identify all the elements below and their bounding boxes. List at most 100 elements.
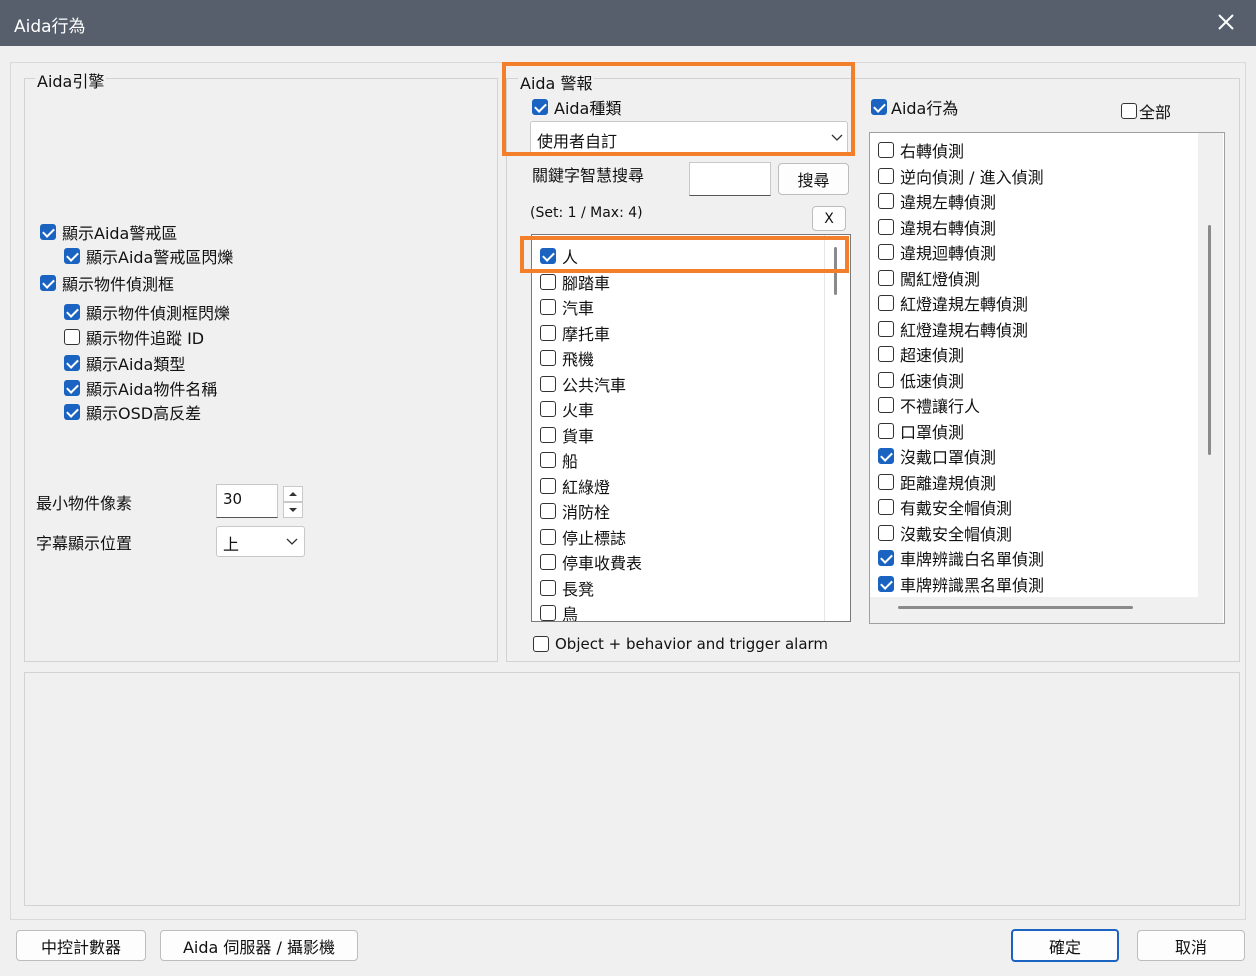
engine-option[interactable]: 顯示物件追蹤 ID [64, 325, 204, 349]
engine-option[interactable]: 顯示Aida警戒區閃爍 [64, 244, 233, 268]
behavior-item-label: 不禮讓行人 [900, 397, 981, 416]
ok-button[interactable]: 確定 [1011, 929, 1119, 962]
checkbox-checked-icon [40, 275, 56, 291]
search-button[interactable]: 搜尋 [778, 163, 849, 195]
min-pixel-input[interactable]: 30 [216, 484, 278, 518]
engine-option-label: 顯示物件追蹤 ID [86, 329, 205, 348]
keyword-label: 關鍵字智慧搜尋 [532, 166, 645, 185]
spin-down-icon[interactable] [283, 502, 303, 518]
engine-option[interactable]: 顯示物件偵測框閃爍 [64, 300, 230, 324]
checkbox-unchecked-icon [540, 503, 556, 519]
checkbox-checked-icon [64, 404, 80, 420]
checkbox-checked-icon [871, 99, 887, 115]
behavior-list: 右轉偵測逆向偵測 / 進入偵測違規左轉偵測違規右轉偵測違規迴轉偵測闖紅燈偵測紅燈… [869, 132, 1225, 624]
object-item[interactable]: 摩托車 [540, 321, 610, 345]
object-list: 人腳踏車 汽車 摩托車 飛機 公共汽車 火車 貨車船紅綠燈 消防栓 停止標誌 停車收費表 長凳鳥 [531, 234, 851, 622]
behavior-item[interactable]: 口罩偵測 [878, 419, 964, 443]
checkbox-checked-icon [64, 248, 80, 264]
trigger-alarm-checkbox[interactable]: Object + behavior and trigger alarm [533, 635, 828, 653]
object-item-label: 火車 [562, 401, 595, 420]
behavior-item[interactable]: 紅燈違規左轉偵測 [878, 291, 1028, 315]
behavior-item-label: 紅燈違規左轉偵測 [900, 295, 1029, 314]
object-item[interactable]: 貨車 [540, 423, 594, 447]
close-icon[interactable] [1212, 8, 1240, 36]
object-item[interactable]: 火車 [540, 397, 594, 421]
engine-option-label: 顯示Aida類型 [86, 355, 186, 374]
min-pixel-spinner[interactable] [283, 486, 303, 518]
checkbox-checked-icon [40, 224, 56, 240]
checkbox-unchecked-icon [540, 605, 556, 621]
cancel-button[interactable]: 取消 [1137, 930, 1245, 961]
behavior-item[interactable]: 低速偵測 [878, 368, 964, 392]
behavior-item[interactable]: 超速偵測 [878, 342, 964, 366]
object-item[interactable]: 飛機 [540, 346, 594, 370]
behavior-item[interactable]: 違規左轉偵測 [878, 189, 996, 213]
behavior-item-label: 違規迴轉偵測 [900, 244, 997, 263]
object-item[interactable]: 船 [540, 448, 578, 472]
behavior-item-label: 違規左轉偵測 [900, 193, 997, 212]
checkbox-unchecked-icon [540, 273, 556, 290]
object-item[interactable]: 公共汽車 [540, 372, 626, 396]
server-camera-button[interactable]: Aida 伺服器 / 攝影機 [160, 930, 358, 961]
object-item[interactable]: 消防栓 [540, 499, 610, 523]
engine-option[interactable]: 顯示Aida類型 [64, 351, 185, 375]
checkbox-unchecked-icon [878, 371, 894, 388]
behavior-item[interactable]: 車牌辨識黑名單偵測 [878, 572, 1044, 596]
behavior-item[interactable]: 違規右轉偵測 [878, 215, 996, 239]
behavior-item[interactable]: 違規迴轉偵測 [878, 240, 996, 264]
object-item-label: 汽車 [562, 299, 595, 318]
object-item[interactable]: 停止標誌 [540, 525, 626, 549]
behavior-item[interactable]: 右轉偵測 [878, 138, 964, 162]
behavior-item[interactable]: 距離違規偵測 [878, 470, 996, 494]
behavior-item[interactable]: 闖紅燈偵測 [878, 266, 980, 290]
checkbox-unchecked-icon [878, 167, 894, 184]
checkbox-unchecked-icon [540, 528, 556, 545]
object-item[interactable]: 紅綠燈 [540, 474, 610, 498]
object-item[interactable]: 鳥 [540, 601, 578, 621]
behavior-item-label: 超速偵測 [900, 346, 965, 365]
object-item[interactable]: 汽車 [540, 295, 594, 319]
keyword-input[interactable] [689, 162, 771, 196]
behavior-item[interactable]: 沒戴安全帽偵測 [878, 521, 1012, 545]
checkbox-unchecked-icon [540, 375, 556, 392]
behavior-item[interactable]: 紅燈違規右轉偵測 [878, 317, 1028, 341]
spin-up-icon[interactable] [283, 486, 303, 502]
select-all-checkbox[interactable]: 全部 [1121, 99, 1171, 123]
behavior-item[interactable]: 沒戴口罩偵測 [878, 444, 996, 468]
behavior-item[interactable]: 有戴安全帽偵測 [878, 495, 1012, 519]
object-item[interactable]: 停車收費表 [540, 550, 642, 574]
object-item-label: 船 [562, 452, 579, 471]
clear-button[interactable]: X [812, 206, 846, 231]
object-item-label: 摩托車 [562, 324, 611, 344]
caption-pos-select[interactable]: 上 [216, 526, 305, 557]
checkbox-unchecked-icon [540, 452, 556, 468]
engine-option[interactable]: 顯示物件偵測框 [40, 271, 174, 295]
checkbox-unchecked-icon [878, 320, 894, 337]
behavior-item-label: 低速偵測 [900, 371, 965, 391]
checkbox-unchecked-icon [540, 426, 556, 443]
engine-option[interactable]: 顯示Aida物件名稱 [64, 376, 217, 400]
behavior-item-label: 右轉偵測 [900, 142, 965, 161]
object-item[interactable]: 腳踏車 [540, 270, 610, 294]
behavior-vscroll-thumb[interactable] [1208, 225, 1211, 455]
engine-option[interactable]: 顯示OSD高反差 [64, 400, 201, 424]
behavior-item-label: 車牌辨識白名單偵測 [900, 550, 1045, 569]
behavior-item[interactable]: 逆向偵測 / 進入偵測 [878, 164, 1044, 188]
object-item[interactable]: 長凳 [540, 576, 594, 600]
behavior-hscroll-thumb[interactable] [898, 606, 1133, 609]
behavior-item[interactable]: 車牌辨識白名單偵測 [878, 546, 1044, 570]
checkbox-unchecked-icon [878, 244, 894, 260]
checkbox-unchecked-icon [878, 473, 894, 490]
behavior-item[interactable]: 不禮讓行人 [878, 393, 980, 417]
object-item-label: 紅綠燈 [562, 477, 611, 497]
checkbox-checked-icon [878, 550, 894, 566]
engine-option[interactable]: 顯示Aida警戒區 [40, 220, 177, 244]
aida-behavior-checkbox[interactable]: Aida行為 [871, 95, 958, 119]
behavior-item-label: 距離違規偵測 [900, 473, 997, 493]
checkbox-unchecked-icon [540, 299, 556, 315]
counter-button[interactable]: 中控計數器 [16, 930, 146, 961]
checkbox-unchecked-icon [540, 477, 556, 494]
engine-option-label: 顯示Aida警戒區閃爍 [86, 248, 234, 267]
highlight-box-type [502, 62, 855, 156]
min-pixel-label: 最小物件像素 [36, 494, 133, 513]
